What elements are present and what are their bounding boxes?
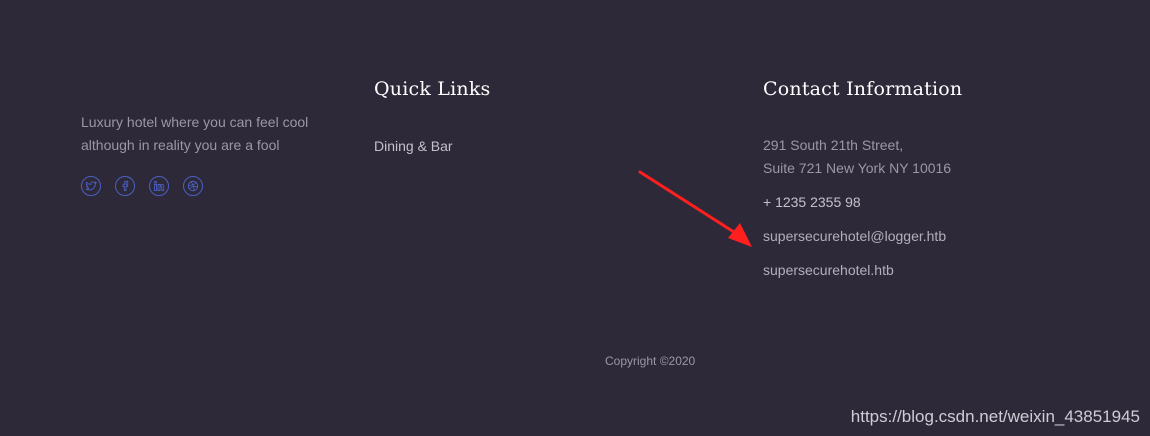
copyright-text: Copyright ©2020	[605, 354, 696, 368]
social-links	[81, 176, 341, 196]
watermark-text: https://blog.csdn.net/weixin_43851945	[850, 407, 1140, 426]
contact-address: 291 South 21th Street, Suite 721 New Yor…	[763, 134, 1083, 180]
about-text: Luxury hotel where you can feel cool alt…	[81, 111, 341, 157]
about-text-line2: although in reality you are a fool	[81, 137, 280, 153]
link-dining-bar[interactable]: Dining & Bar	[374, 136, 634, 156]
contact-website[interactable]: supersecurehotel.htb	[763, 260, 1083, 280]
address-line1: 291 South 21th Street,	[763, 137, 904, 153]
contact-heading: Contact Information	[763, 78, 963, 100]
address-line2: Suite 721 New York NY 10016	[763, 160, 952, 176]
contact-phone[interactable]: + 1235 2355 98	[763, 192, 1083, 212]
quick-links-column: Quick Links Dining & Bar	[374, 76, 634, 156]
annotation-arrow-icon	[638, 170, 752, 247]
facebook-icon[interactable]	[115, 176, 135, 196]
site-footer: Luxury hotel where you can feel cool alt…	[0, 0, 1150, 436]
twitter-icon[interactable]	[81, 176, 101, 196]
linkedin-icon[interactable]	[149, 176, 169, 196]
contact-column: Contact Information 291 South 21th Stree…	[763, 76, 1083, 280]
dribbble-icon[interactable]	[183, 176, 203, 196]
about-text-line1: Luxury hotel where you can feel cool	[81, 114, 309, 130]
about-column: Luxury hotel where you can feel cool alt…	[81, 111, 341, 196]
contact-email[interactable]: supersecurehotel@logger.htb	[763, 226, 1083, 246]
quick-links-heading: Quick Links	[374, 78, 491, 100]
